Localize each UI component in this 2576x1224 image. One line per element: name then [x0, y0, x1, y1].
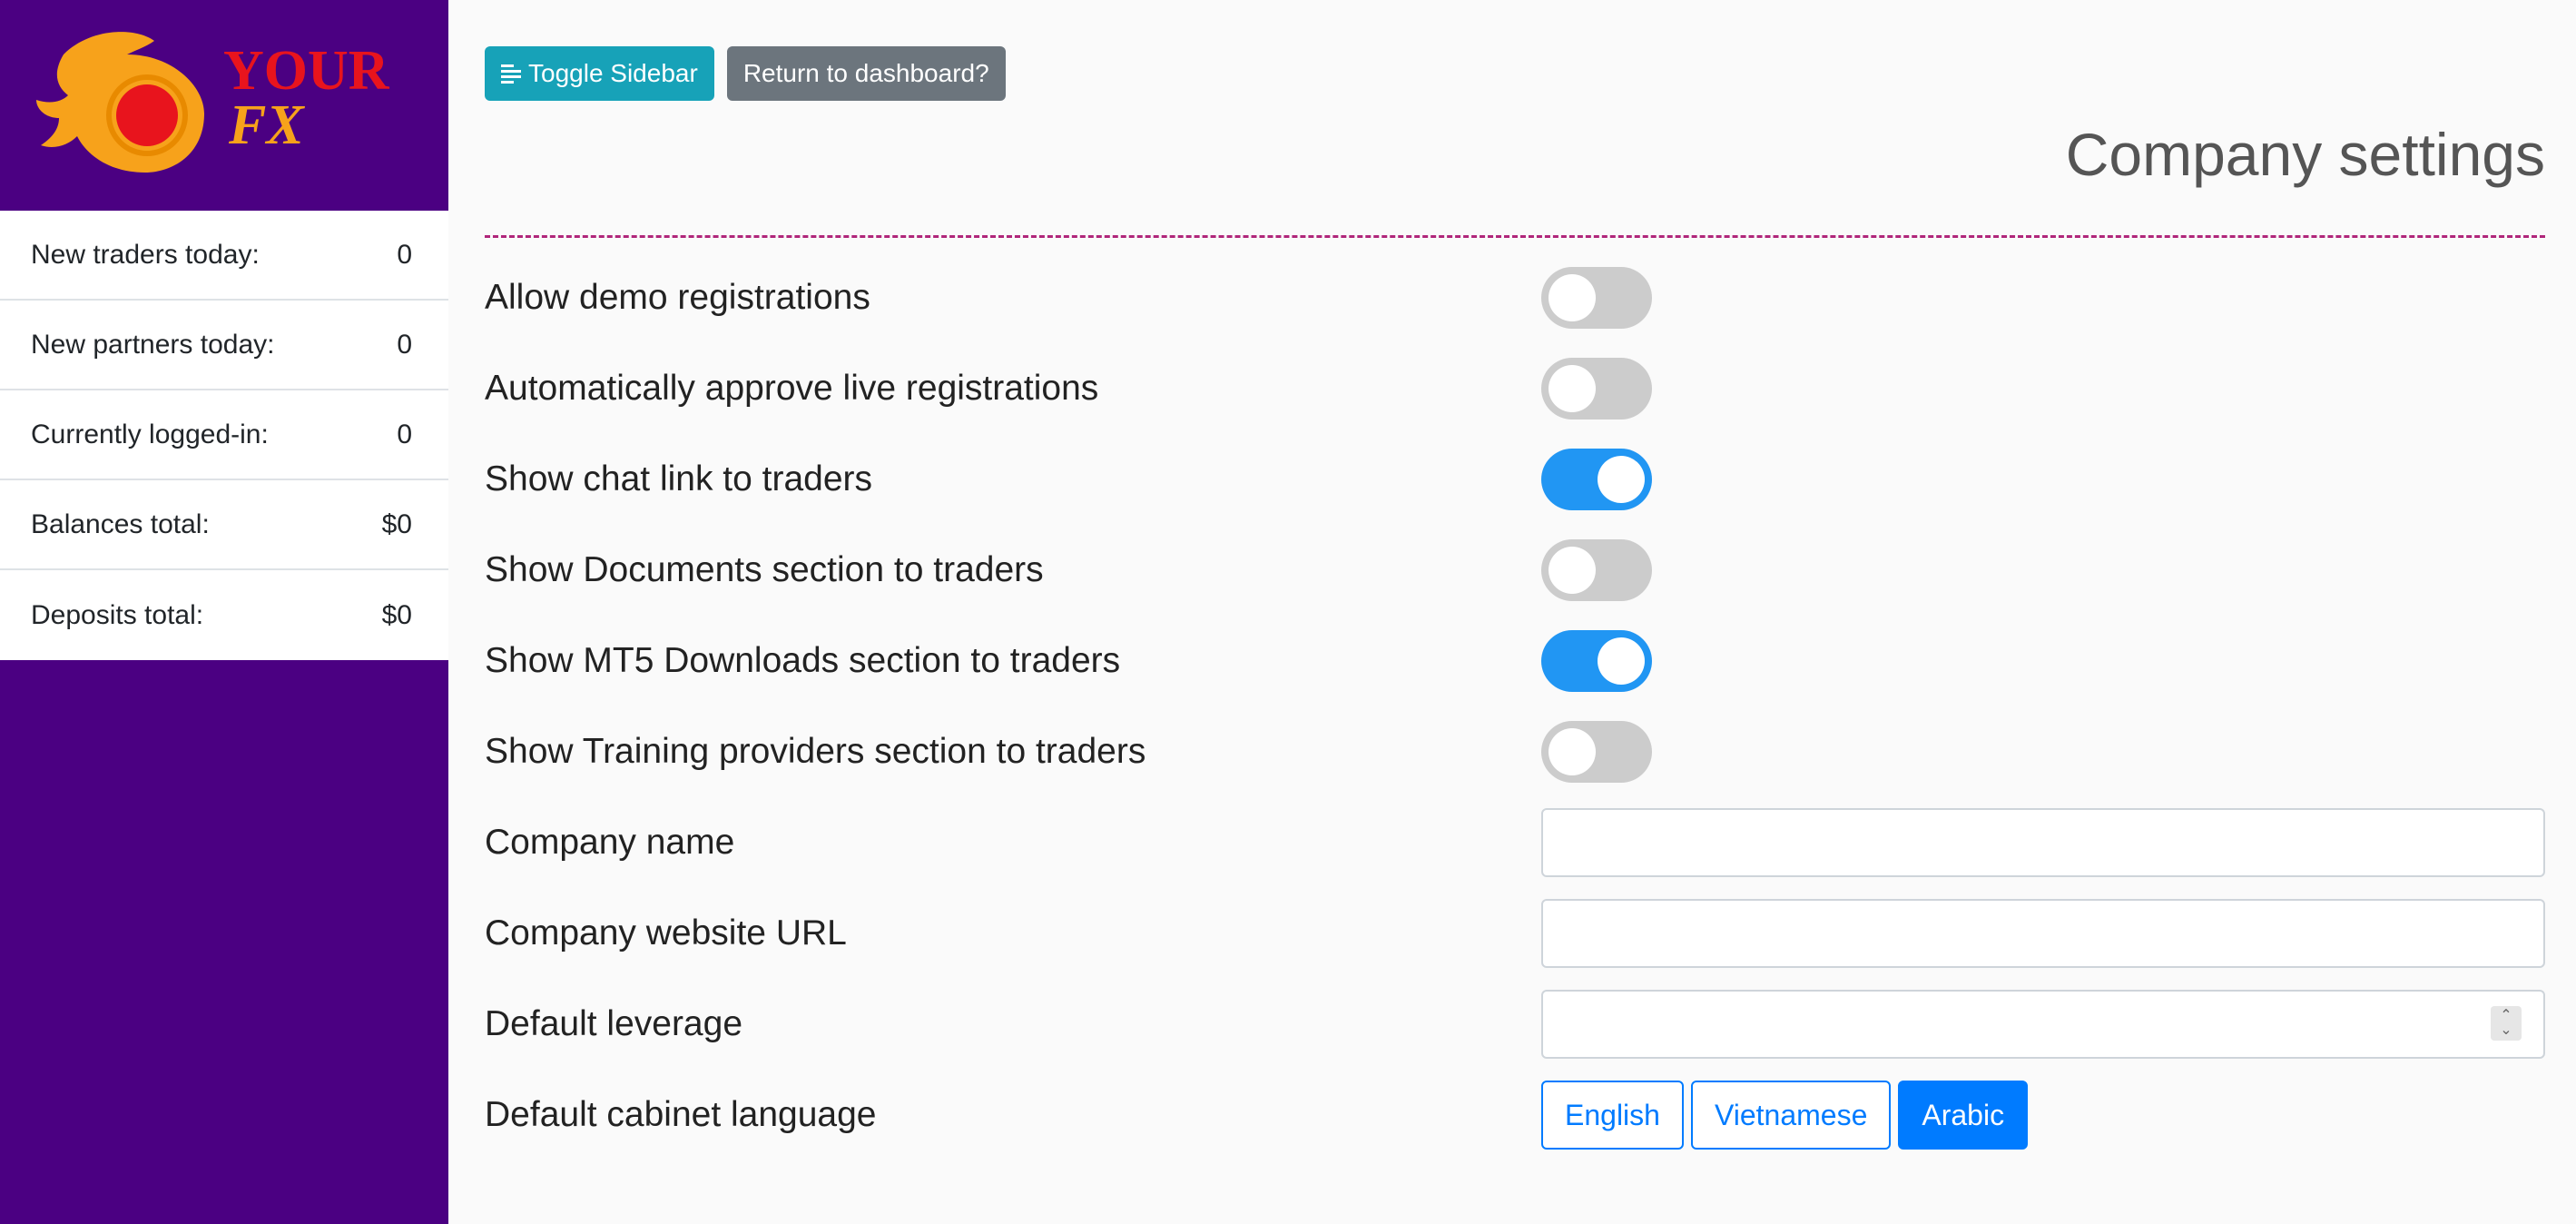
- menu-lines-icon: [501, 64, 521, 84]
- number-spinner[interactable]: ⌃ ⌄: [2491, 1006, 2522, 1041]
- training-toggle[interactable]: [1541, 721, 1652, 783]
- chevron-down-icon[interactable]: ⌄: [2500, 1023, 2512, 1038]
- language-english-button[interactable]: English: [1541, 1081, 1684, 1150]
- language-arabic-button[interactable]: Arabic: [1898, 1081, 2029, 1150]
- page-title: Company settings: [2065, 121, 2545, 188]
- stat-label: Deposits total:: [31, 599, 204, 630]
- setting-label: Show Training providers section to trade…: [485, 732, 1146, 771]
- setting-default-language: Default cabinet language English Vietnam…: [485, 1079, 2545, 1151]
- language-vietnamese-button[interactable]: Vietnamese: [1690, 1081, 1892, 1150]
- setting-label: Allow demo registrations: [485, 278, 870, 317]
- setting-company-website: Company website URL: [485, 897, 2545, 970]
- auto-approve-toggle[interactable]: [1541, 358, 1652, 420]
- setting-label: Show MT5 Downloads section to traders: [485, 641, 1121, 680]
- setting-label: Default leverage: [485, 1004, 743, 1043]
- stat-logged-in: Currently logged-in: 0: [0, 390, 448, 480]
- stat-deposits: Deposits total: $0: [0, 570, 448, 660]
- return-dashboard-label: Return to dashboard?: [742, 59, 989, 87]
- stat-balances: Balances total: $0: [0, 480, 448, 570]
- stats-panel: New traders today: 0 New partners today:…: [0, 211, 448, 660]
- toolbar: Toggle Sidebar Return to dashboard?: [485, 46, 1006, 101]
- toggle-knob: [1549, 274, 1596, 321]
- stat-value: $0: [381, 599, 412, 630]
- stat-label: Currently logged-in:: [31, 419, 269, 449]
- setting-label: Company website URL: [485, 913, 847, 953]
- stat-label: New traders today:: [31, 239, 260, 270]
- setting-label: Show Documents section to traders: [485, 550, 1044, 589]
- setting-mt5-downloads: Show MT5 Downloads section to traders: [485, 625, 2545, 697]
- sidebar: YOUR FX New traders today: 0 New partner…: [0, 0, 448, 1224]
- setting-label: Show chat link to traders: [485, 459, 873, 498]
- setting-label: Default cabinet language: [485, 1095, 877, 1134]
- toggle-knob: [1549, 365, 1596, 412]
- stat-label: Balances total:: [31, 508, 210, 539]
- setting-allow-demo: Allow demo registrations: [485, 262, 2545, 334]
- brand-logo[interactable]: YOUR FX: [0, 0, 448, 211]
- setting-label: Automatically approve live registrations: [485, 369, 1099, 408]
- toggle-sidebar-label: Toggle Sidebar: [528, 59, 698, 87]
- setting-company-name: Company name: [485, 806, 2545, 879]
- default-leverage-input[interactable]: [1541, 990, 2545, 1059]
- toggle-knob: [1598, 637, 1645, 685]
- setting-label: Company name: [485, 823, 735, 862]
- stat-value: $0: [381, 508, 412, 539]
- toggle-knob: [1549, 547, 1596, 594]
- setting-auto-approve: Automatically approve live registrations: [485, 352, 2545, 425]
- documents-toggle[interactable]: [1541, 539, 1652, 601]
- setting-documents: Show Documents section to traders: [485, 534, 2545, 607]
- stat-new-traders: New traders today: 0: [0, 211, 448, 301]
- title-divider: [485, 235, 2545, 238]
- stat-value: 0: [397, 419, 412, 449]
- app: YOUR FX New traders today: 0 New partner…: [0, 0, 2576, 1224]
- flame-gear-icon: [36, 32, 204, 173]
- stat-new-partners: New partners today: 0: [0, 301, 448, 390]
- leverage-field-wrap: ⌃ ⌄: [1541, 990, 2545, 1059]
- logo-text-fx: FX: [228, 94, 305, 156]
- stat-value: 0: [397, 329, 412, 360]
- main-content: Toggle Sidebar Return to dashboard? Comp…: [485, 0, 2545, 1224]
- allow-demo-toggle[interactable]: [1541, 267, 1652, 329]
- toggle-knob: [1598, 456, 1645, 503]
- toggle-sidebar-button[interactable]: Toggle Sidebar: [485, 46, 714, 101]
- company-name-input[interactable]: [1541, 808, 2545, 877]
- setting-default-leverage: Default leverage ⌃ ⌄: [485, 988, 2545, 1061]
- stat-value: 0: [397, 239, 412, 270]
- setting-chat-link: Show chat link to traders: [485, 443, 2545, 516]
- mt5-downloads-toggle[interactable]: [1541, 630, 1652, 692]
- logo-graphic: YOUR FX: [36, 32, 390, 173]
- toggle-knob: [1549, 728, 1596, 775]
- setting-training: Show Training providers section to trade…: [485, 716, 2545, 788]
- stat-label: New partners today:: [31, 329, 275, 360]
- language-button-group: English Vietnamese Arabic: [1541, 1081, 2029, 1150]
- logo-text-your: YOUR: [223, 40, 390, 102]
- company-website-input[interactable]: [1541, 899, 2545, 968]
- return-dashboard-button[interactable]: Return to dashboard?: [726, 46, 1006, 101]
- chevron-up-icon[interactable]: ⌃: [2500, 1009, 2512, 1023]
- chat-link-toggle[interactable]: [1541, 449, 1652, 510]
